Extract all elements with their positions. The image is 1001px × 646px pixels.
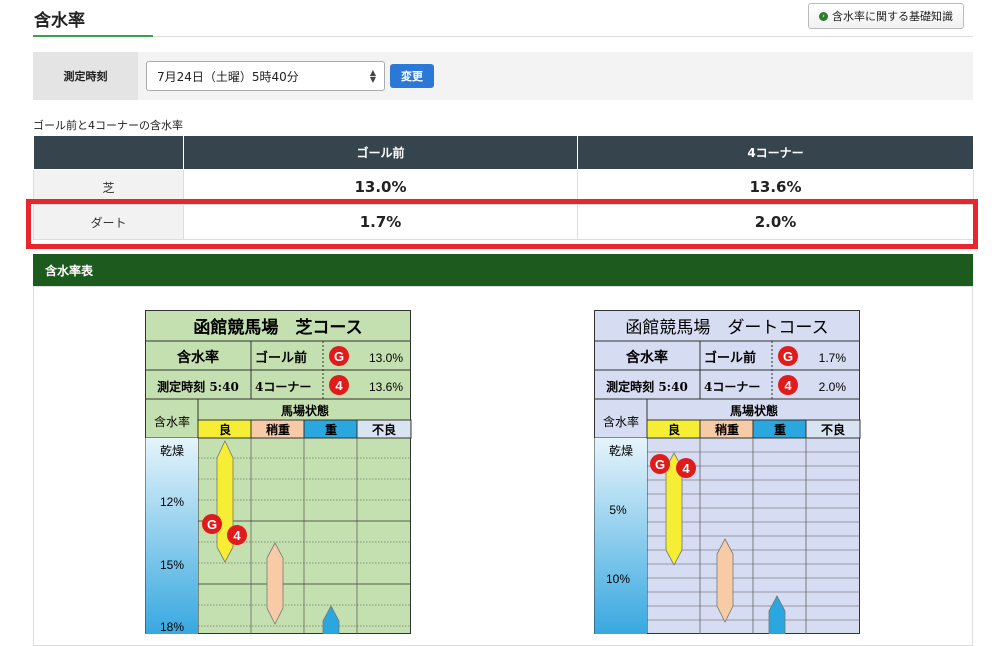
dirt-range-slightly-heavy xyxy=(716,538,734,623)
turf-goal-point-letter: G xyxy=(207,517,217,532)
dirt-goal-value: 1.7% xyxy=(819,351,847,365)
turf-state-heavy: 重 xyxy=(325,422,337,437)
highlight-frame xyxy=(26,199,978,249)
turf-corner-label: 4コーナー xyxy=(255,380,311,394)
dirt-moisture-scale xyxy=(594,438,647,634)
basic-knowledge-button[interactable]: › 含水率に関する基礎知識 xyxy=(808,3,964,29)
turf-moisture-scale xyxy=(145,438,198,634)
chevron-right-icon: › xyxy=(819,11,828,21)
table-header-goal: ゴール前 xyxy=(183,135,578,170)
turf-goal-value: 13.0% xyxy=(369,351,403,365)
dirt-tick-10: 10% xyxy=(606,572,630,586)
dirt-state-bad: 不良 xyxy=(821,422,845,437)
turf-state-bad: 不良 xyxy=(372,422,396,437)
table-header-row: ゴール前 4コーナー xyxy=(33,135,974,170)
turf-state-slightly-heavy: 稍重 xyxy=(266,422,290,437)
table-caption: ゴール前と4コーナーの含水率 xyxy=(33,119,183,132)
page-title: 含水率 xyxy=(34,11,85,31)
turf-corner-marker-digit: 4 xyxy=(335,378,343,393)
turf-tick-18: 18% xyxy=(160,620,184,634)
turf-corner-point-digit: 4 xyxy=(233,528,241,543)
dirt-chart-title: 函館競馬場 ダートコース xyxy=(625,318,828,338)
dirt-state-good: 良 xyxy=(668,422,680,437)
turf-tick-12: 12% xyxy=(160,495,184,509)
title-underline xyxy=(33,35,153,37)
turf-moisture-col-label: 含水率 xyxy=(154,414,190,429)
dirt-moisture-label: 含水率 xyxy=(626,349,668,366)
turf-state-good: 良 xyxy=(219,422,231,437)
turf-moisture-label: 含水率 xyxy=(177,349,219,366)
dirt-goal-marker-letter: G xyxy=(783,349,793,364)
dirt-corner-marker-digit: 4 xyxy=(784,378,792,393)
turf-corner-value: 13.6% xyxy=(369,380,403,394)
time-select[interactable]: 7月24日（土曜）5時40分 ▲ ▼ xyxy=(146,61,385,91)
dirt-corner-value: 2.0% xyxy=(819,380,847,394)
turf-chart-title: 函館競馬場 芝コース xyxy=(193,317,362,338)
turf-dry-label: 乾燥 xyxy=(160,444,184,458)
turf-goal-label: ゴール前 xyxy=(255,350,307,366)
turf-tick-15: 15% xyxy=(160,558,184,572)
dirt-tick-5: 5% xyxy=(609,503,627,517)
dirt-goal-label: ゴール前 xyxy=(704,350,756,366)
time-select-value: 7月24日（土曜）5時40分 xyxy=(157,69,299,84)
table-header-blank xyxy=(33,135,184,170)
select-arrows-icon: ▲ ▼ xyxy=(369,68,376,84)
dirt-corner-point-digit: 4 xyxy=(682,461,690,476)
turf-goal-marker-letter: G xyxy=(334,349,344,364)
dirt-corner-label: 4コーナー xyxy=(704,380,760,394)
dirt-moisture-chart: 函館競馬場 ダートコース 含水率 測定時刻 5:40 ゴール前 4コーナー G … xyxy=(594,310,861,634)
basic-knowledge-label: 含水率に関する基礎知識 xyxy=(832,10,953,23)
turf-state-label: 馬場状態 xyxy=(281,403,329,418)
dirt-dry-label: 乾燥 xyxy=(609,444,633,458)
dirt-time-label: 測定時刻 5:40 xyxy=(606,379,688,394)
turf-time-label: 測定時刻 5:40 xyxy=(157,379,239,394)
dirt-moisture-col-label: 含水率 xyxy=(603,414,639,429)
turf-range-slightly-heavy xyxy=(266,542,284,625)
turf-range-good xyxy=(216,440,234,563)
dirt-state-slightly-heavy: 稍重 xyxy=(715,422,739,437)
section-title: 含水率表 xyxy=(33,254,973,286)
title-divider xyxy=(153,36,973,37)
filter-label: 測定時刻 xyxy=(33,52,138,100)
dirt-state-label: 馬場状態 xyxy=(730,403,778,418)
table-header-corner: 4コーナー xyxy=(577,135,974,170)
turf-moisture-chart: 函館競馬場 芝コース 含水率 測定時刻 5:40 ゴール前 4コーナー G 4 … xyxy=(145,310,412,634)
dirt-state-heavy: 重 xyxy=(774,422,786,437)
change-button[interactable]: 変更 xyxy=(390,64,434,88)
dirt-goal-point-letter: G xyxy=(655,457,665,472)
